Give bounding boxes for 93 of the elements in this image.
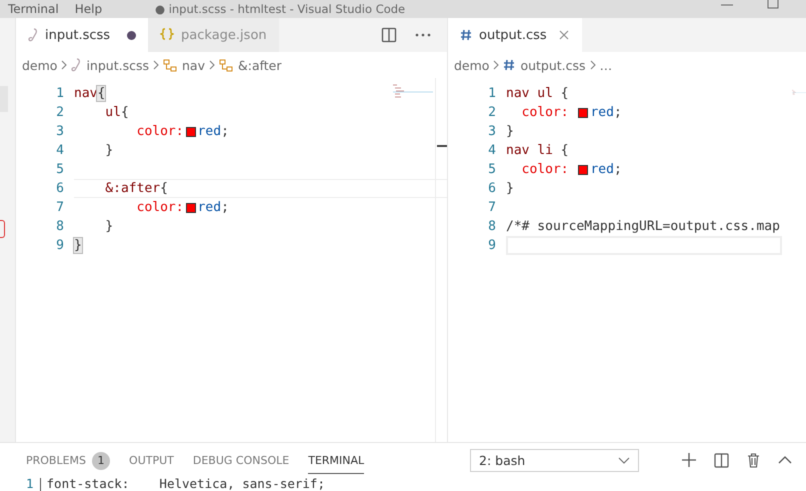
code-token: ; xyxy=(614,162,622,177)
code-token: { xyxy=(120,105,129,120)
close-icon[interactable] xyxy=(558,29,570,41)
line-number: 9 xyxy=(55,238,64,253)
color-swatch[interactable] xyxy=(186,126,196,136)
braces-icon xyxy=(160,28,174,42)
chevron-down-icon xyxy=(618,456,630,464)
code-token: } xyxy=(104,219,114,234)
line-number: 2 xyxy=(55,105,64,120)
terminal-dropdown[interactable]: 2: bash xyxy=(470,448,639,472)
code-token: &:after xyxy=(104,181,160,196)
code-token: } xyxy=(506,124,514,139)
panel-tab[interactable]: OUTPUT xyxy=(129,446,174,474)
split-editor-icon[interactable] xyxy=(381,27,397,43)
editor-tab[interactable]: input.scss xyxy=(16,18,148,52)
code-token: color: xyxy=(520,162,570,177)
scroll-marker xyxy=(437,145,447,147)
line-number: 6 xyxy=(55,181,64,196)
code-token: ; xyxy=(614,105,622,120)
more-icon[interactable] xyxy=(415,33,431,37)
panel-tab[interactable]: TERMINAL xyxy=(308,446,364,474)
count-badge: 1 xyxy=(92,452,110,470)
code-token: ul xyxy=(104,105,121,120)
code-token: ; xyxy=(221,124,229,139)
line-number: 7 xyxy=(55,200,64,215)
code-token: { xyxy=(160,181,168,196)
code-token: { xyxy=(560,143,569,158)
line-number: 4 xyxy=(55,143,64,158)
trash-icon[interactable] xyxy=(747,452,760,468)
line-number: 1 xyxy=(487,86,496,101)
line-number: 3 xyxy=(487,124,496,139)
code-token: red xyxy=(198,124,222,139)
code-token: nav li xyxy=(506,143,553,158)
code-token: } xyxy=(104,143,114,158)
breadcrumb-item[interactable]: input.scss xyxy=(71,58,149,72)
breadcrumb-item[interactable]: demo xyxy=(22,58,58,72)
code-token: red xyxy=(198,200,222,215)
chevron-icon xyxy=(590,60,596,70)
color-swatch[interactable] xyxy=(578,108,588,118)
breadcrumb-item[interactable]: … xyxy=(600,58,612,72)
hash-icon xyxy=(460,29,472,41)
color-swatch[interactable] xyxy=(578,164,588,174)
line-number: 3 xyxy=(55,124,64,139)
editor-tab[interactable]: output.css xyxy=(448,18,582,52)
code-token: } xyxy=(506,181,514,196)
terminal-text: font-stack: Helvetica, sans-serif; xyxy=(46,477,325,491)
line-number: 8 xyxy=(487,219,496,234)
code-token: red xyxy=(590,105,614,120)
panel-tab[interactable]: PROBLEMS 1 xyxy=(26,444,110,476)
line-number: 5 xyxy=(55,162,64,177)
line-number: 1 xyxy=(55,86,64,101)
breadcrumb-item[interactable]: demo xyxy=(454,58,490,72)
breadcrumb-item[interactable]: &:after xyxy=(218,58,282,72)
scss-file-icon xyxy=(71,58,82,72)
symbol-icon xyxy=(163,58,177,72)
chevron-icon xyxy=(61,60,68,70)
code-token: /*# sourceMappingURL=output.css.map xyxy=(506,219,780,234)
line-number: 9 xyxy=(487,238,496,253)
code-token: ; xyxy=(221,200,229,215)
scss-file-icon xyxy=(28,28,38,42)
line-number: 7 xyxy=(487,200,496,215)
code-token: color: xyxy=(136,200,184,215)
panel-tab[interactable]: DEBUG CONSOLE xyxy=(192,446,290,474)
hash-icon xyxy=(503,59,516,71)
code-token: nav ul xyxy=(506,86,553,101)
line-number: 2 xyxy=(487,105,496,120)
line-number: 4 xyxy=(487,143,496,158)
plus-icon[interactable] xyxy=(682,453,696,467)
code-token: color: xyxy=(136,124,184,139)
symbol-icon xyxy=(218,58,233,72)
code-token: nav xyxy=(74,86,98,101)
breadcrumb-item[interactable]: nav xyxy=(163,58,205,72)
error-marker xyxy=(0,220,5,238)
chevron-icon xyxy=(153,60,159,70)
code-token: } xyxy=(74,238,82,253)
code-token: color: xyxy=(520,105,570,120)
window-title: ● input.scss - htmltest - Visual Studio Code xyxy=(155,1,406,18)
code-token: { xyxy=(97,86,106,101)
editor-tab[interactable]: package.json xyxy=(148,18,279,52)
breadcrumb-item[interactable]: output.css xyxy=(503,58,586,72)
chevron-up-icon[interactable] xyxy=(778,456,792,464)
color-swatch[interactable] xyxy=(186,202,196,212)
chevron-icon xyxy=(208,60,215,70)
line-number: 5 xyxy=(487,162,496,177)
line-number: 8 xyxy=(55,219,64,234)
line-number: 1 xyxy=(26,477,34,491)
chevron-icon xyxy=(493,60,500,70)
menu-item[interactable]: Help xyxy=(66,0,110,18)
split-terminal-icon[interactable] xyxy=(714,452,729,468)
line-number: 6 xyxy=(487,181,496,196)
menu-item[interactable]: Terminal xyxy=(0,0,67,18)
code-token: red xyxy=(590,162,614,177)
code-token: { xyxy=(560,86,569,101)
